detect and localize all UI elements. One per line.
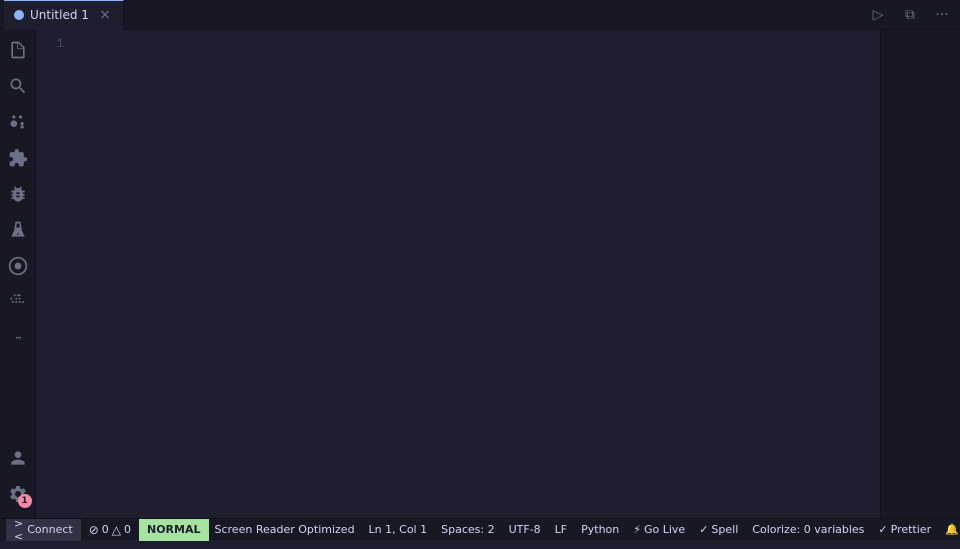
golive-label: Go Live: [644, 523, 685, 536]
error-count: 0: [102, 523, 109, 536]
source-control-icon[interactable]: [2, 106, 34, 138]
testing-icon[interactable]: [2, 214, 34, 246]
activity-bar: ··· 1: [0, 30, 36, 518]
colorize-label: Colorize: 0 variables: [752, 523, 864, 536]
settings-icon[interactable]: 1: [2, 478, 34, 510]
docker-icon[interactable]: [2, 286, 34, 318]
notifications-button[interactable]: 🔔: [939, 519, 960, 541]
minimap: [880, 30, 960, 518]
tab-close-button[interactable]: ×: [97, 7, 113, 23]
prettier-check-icon: ✓: [878, 523, 887, 536]
remote-label: Connect: [27, 523, 72, 536]
extensions-icon[interactable]: [2, 142, 34, 174]
more-actions-button[interactable]: ···: [928, 1, 956, 29]
spell-status[interactable]: ✓ Spell: [693, 519, 744, 541]
spaces-label: Spaces: 2: [441, 523, 494, 536]
position-label: Ln 1, Col 1: [369, 523, 428, 536]
title-bar-actions: ▷ ⧉ ···: [864, 1, 956, 29]
eol-label: LF: [555, 523, 567, 536]
editor-area: 1: [36, 30, 960, 518]
tab-file-icon: [14, 10, 24, 20]
files-icon[interactable]: [2, 34, 34, 66]
spell-label: Spell: [711, 523, 738, 536]
line-number: 1: [36, 34, 64, 54]
settings-badge: 1: [18, 494, 32, 508]
accounts-icon[interactable]: [2, 442, 34, 474]
vim-mode-indicator: -- NORMAL --: [139, 519, 209, 541]
editor-text-area[interactable]: [72, 30, 880, 518]
language-status[interactable]: Python: [575, 519, 625, 541]
prettier-label: Prettier: [891, 523, 931, 536]
remote-connect-button[interactable]: >< Connect: [6, 519, 81, 541]
colorize-status[interactable]: Colorize: 0 variables: [746, 519, 870, 541]
indentation-status[interactable]: Spaces: 2: [435, 519, 500, 541]
tab-title: Untitled 1: [30, 8, 89, 22]
golive-status[interactable]: ⚡ Go Live: [627, 519, 691, 541]
editor-tab[interactable]: Untitled 1 ×: [4, 0, 124, 30]
status-bar-left: >< Connect ⊘ 0 △ 0 -- NORMAL --: [6, 519, 209, 541]
remote-explorer-icon[interactable]: [2, 250, 34, 282]
status-bar: >< Connect ⊘ 0 △ 0 -- NORMAL -- Screen R…: [0, 518, 960, 540]
errors-status[interactable]: ⊘ 0 △ 0: [83, 519, 137, 541]
warning-icon: △: [112, 523, 121, 537]
screen-reader-label: Screen Reader Optimized: [215, 523, 355, 536]
title-bar: Untitled 1 × ▷ ⧉ ···: [0, 0, 960, 30]
prettier-status[interactable]: ✓ Prettier: [872, 519, 937, 541]
spell-check-icon: ✓: [699, 523, 708, 536]
cursor-position-status[interactable]: Ln 1, Col 1: [363, 519, 434, 541]
screen-reader-status[interactable]: Screen Reader Optimized: [209, 519, 361, 541]
bell-icon: 🔔: [945, 523, 959, 536]
split-editor-button[interactable]: ⧉: [896, 1, 924, 29]
editor-content[interactable]: 1: [36, 30, 960, 518]
activity-bar-top: ···: [2, 34, 34, 442]
main-layout: ··· 1 1: [0, 30, 960, 518]
run-debug-icon[interactable]: [2, 178, 34, 210]
encoding-label: UTF-8: [509, 523, 541, 536]
run-button[interactable]: ▷: [864, 1, 892, 29]
language-label: Python: [581, 523, 619, 536]
warning-count: 0: [124, 523, 131, 536]
status-bar-right: Screen Reader Optimized Ln 1, Col 1 Spac…: [209, 519, 960, 541]
more-icon[interactable]: ···: [2, 322, 34, 354]
encoding-status[interactable]: UTF-8: [503, 519, 547, 541]
line-numbers: 1: [36, 30, 72, 518]
eol-status[interactable]: LF: [549, 519, 573, 541]
activity-bar-bottom: 1: [2, 442, 34, 514]
error-icon: ⊘: [89, 523, 99, 537]
golive-icon: ⚡: [633, 523, 641, 536]
search-icon[interactable]: [2, 70, 34, 102]
remote-icon: ><: [14, 517, 23, 543]
